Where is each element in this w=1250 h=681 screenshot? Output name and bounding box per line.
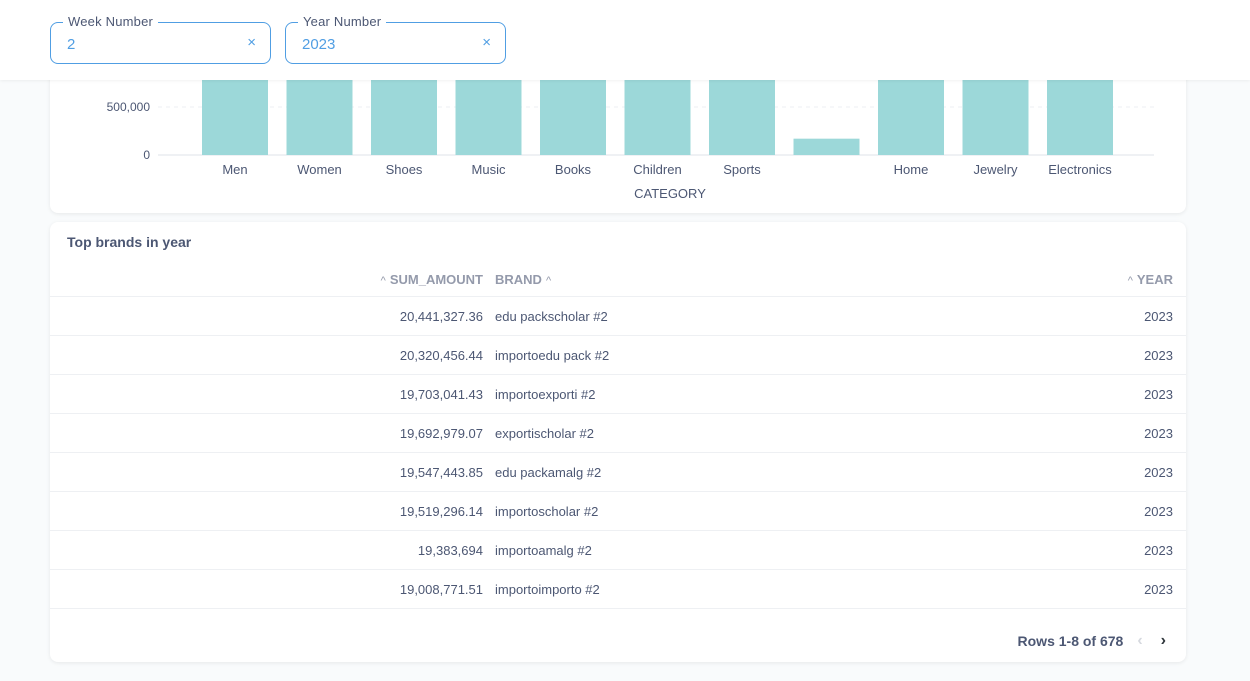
pagination: Rows 1-8 of 678 ‹ › [1018,632,1166,650]
bar [793,138,860,155]
table-header: ^ SUM_AMOUNT BRAND ^ ^ YEAR [50,262,1186,297]
cell-year: 2023 [1144,543,1173,558]
cell-brand: edu packscholar #2 [495,309,608,324]
table-row: 19,703,041.43 importoexporti #2 2023 [50,375,1186,414]
previous-page-icon[interactable]: ‹ [1137,632,1142,650]
week-number-clear-icon[interactable]: × [247,34,256,51]
header-year[interactable]: ^ YEAR [1128,272,1173,287]
table-row: 19,008,771.51 importoimporto #2 2023 [50,570,1186,609]
cell-sum-amount: 19,383,694 [417,543,483,558]
x-tick-label: Jewelry [973,162,1018,177]
cell-brand: importoexporti #2 [495,387,596,402]
x-axis-title: CATEGORY [634,186,706,201]
cell-brand: importoedu pack #2 [495,348,610,363]
cell-sum-amount: 19,519,296.14 [399,504,483,519]
row-count-label: Rows 1-8 of 678 [1017,633,1124,649]
cell-brand: edu packamalg #2 [495,465,602,480]
cell-year: 2023 [1144,309,1173,324]
cell-brand: importoamalg #2 [495,543,592,558]
cell-sum-amount: 20,441,327.36 [399,309,483,324]
x-tick-label: Children [633,162,681,177]
x-tick-label: Men [222,162,247,177]
cell-year: 2023 [1144,426,1173,441]
cell-year: 2023 [1144,387,1173,402]
table-title: Top brands in year [67,234,192,250]
cell-sum-amount: 20,320,456.44 [399,348,483,363]
cell-year: 2023 [1144,582,1173,597]
x-tick-label: Shoes [386,162,423,177]
cell-sum-amount: 19,008,771.51 [399,582,483,597]
x-tick-label: Electronics [1048,162,1112,177]
next-page-icon[interactable]: › [1161,632,1166,650]
header-brand[interactable]: BRAND ^ [495,272,551,287]
sort-up-icon: ^ [545,275,552,287]
cell-sum-amount: 19,692,979.07 [399,426,483,441]
cell-sum-amount: 19,547,443.85 [399,465,483,480]
table-row: 20,441,327.36 edu packscholar #2 2023 [50,297,1186,336]
week-number-value[interactable]: 2 [67,36,75,53]
cell-year: 2023 [1144,348,1173,363]
year-number-label: Year Number [298,14,387,29]
year-number-clear-icon[interactable]: × [482,34,491,51]
sort-up-icon: ^ [1127,275,1133,287]
cell-year: 2023 [1144,504,1173,519]
cell-brand: importoscholar #2 [495,504,599,519]
cell-brand: exportischolar #2 [495,426,594,441]
table-row: 19,519,296.14 importoscholar #2 2023 [50,492,1186,531]
cell-brand: importoimporto #2 [495,582,600,597]
table-row: 19,383,694 importoamalg #2 2023 [50,531,1186,570]
top-brands-table-card: Top brands in year ^ SUM_AMOUNT BRAND ^ ^ Y… [50,222,1186,662]
week-number-label: Week Number [63,14,159,29]
x-tick-label: Books [555,162,592,177]
year-number-filter[interactable]: Year Number 2023 × [285,14,506,64]
table-row: 19,547,443.85 edu packamalg #2 2023 [50,453,1186,492]
cell-sum-amount: 19,703,041.43 [399,387,483,402]
cell-year: 2023 [1144,465,1173,480]
year-number-value[interactable]: 2023 [302,36,335,53]
sort-up-icon: ^ [380,275,386,287]
table-row: 20,320,456.44 importoedu pack #2 2023 [50,336,1186,375]
filter-bar: Week Number 2 × Year Number 2023 × [0,0,1250,80]
x-tick-label: Sports [723,162,761,177]
week-number-filter[interactable]: Week Number 2 × [50,14,271,64]
y-tick-label: 500,000 [107,100,151,114]
header-sum-amount[interactable]: ^ SUM_AMOUNT [381,272,483,287]
x-tick-label: Home [894,162,929,177]
table-row: 19,692,979.07 exportischolar #2 2023 [50,414,1186,453]
y-tick-label: 0 [143,148,150,162]
x-tick-label: Women [297,162,342,177]
table-body: 20,441,327.36 edu packscholar #2 2023 20… [50,297,1186,609]
x-tick-label: Music [472,162,506,177]
